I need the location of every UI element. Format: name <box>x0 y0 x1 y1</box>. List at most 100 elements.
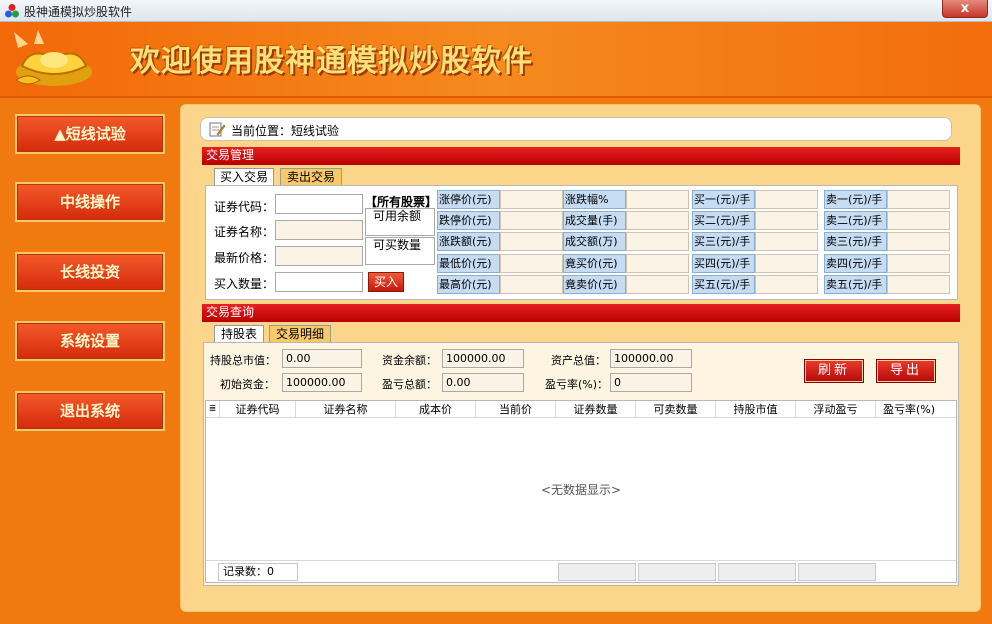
column-header[interactable]: 证券代码 <box>220 401 296 418</box>
sidebar-item-long-term[interactable]: 长线投资 <box>15 252 165 292</box>
column-header[interactable]: 证券名称 <box>296 401 396 418</box>
quote-value <box>626 190 689 209</box>
quote-label: 卖五(元)/手 <box>824 275 887 294</box>
initial-capital-field: 100000.00 <box>282 373 362 392</box>
sidebar-item-short-term[interactable]: ▲短线试验 <box>15 114 165 154</box>
column-header[interactable]: 证券数量 <box>556 401 636 418</box>
initial-capital-label: 初始资金： <box>220 378 275 391</box>
breadcrumb: 当前位置：短线试验 <box>200 117 952 141</box>
breadcrumb-text: 当前位置：短线试验 <box>231 124 340 138</box>
column-header[interactable]: 当前价 <box>476 401 556 418</box>
quote-label: 涨停价(元) <box>437 190 500 209</box>
quote-value <box>626 254 689 273</box>
breadcrumb-current: 短线试验 <box>291 124 340 138</box>
footer-cell <box>718 563 796 581</box>
close-button[interactable]: x <box>942 0 988 18</box>
total-pnl-label: 盈亏总额： <box>382 378 437 391</box>
trade-section-title: 交易管理 <box>202 147 960 165</box>
footer-cell <box>558 563 636 581</box>
column-header[interactable]: 持股市值 <box>716 401 796 418</box>
quote-label: 买五(元)/手 <box>692 275 755 294</box>
quote-value <box>500 275 563 294</box>
tab-holdings[interactable]: 持股表 <box>214 325 264 342</box>
column-header[interactable]: 浮动盈亏 <box>796 401 876 418</box>
quote-value <box>755 232 818 251</box>
cash-balance-field: 100000.00 <box>442 349 524 368</box>
quote-label: 买一(元)/手 <box>692 190 755 209</box>
quote-label: 卖四(元)/手 <box>824 254 887 273</box>
quote-value <box>887 232 950 251</box>
buy-qty-label: 买入数量： <box>214 277 275 291</box>
quote-label: 最低价(元) <box>437 254 500 273</box>
tab-trade-details[interactable]: 交易明细 <box>269 325 331 342</box>
footer-cell <box>798 563 876 581</box>
total-pnl-field: 0.00 <box>442 373 524 392</box>
pnl-rate-field: 0 <box>610 373 692 392</box>
quote-value <box>500 232 563 251</box>
quote-label: 成交量(手) <box>563 211 626 230</box>
quote-label: 买四(元)/手 <box>692 254 755 273</box>
holding-value-field: 0.00 <box>282 349 362 368</box>
window-title: 股神通模拟炒股软件 <box>24 5 133 19</box>
edit-note-icon <box>209 122 225 137</box>
pnl-rate-label: 盈亏率(%)： <box>545 378 609 391</box>
quote-value <box>887 254 950 273</box>
app-logo-icon <box>5 4 19 18</box>
stock-name-label: 证券名称： <box>214 225 275 239</box>
column-menu-icon[interactable]: ≣ <box>206 401 220 418</box>
quote-value <box>755 254 818 273</box>
quote-value <box>626 275 689 294</box>
quote-label: 成交额(万) <box>563 232 626 251</box>
stock-code-input[interactable] <box>275 194 363 214</box>
total-assets-field: 100000.00 <box>610 349 692 368</box>
stock-code-label: 证券代码： <box>214 200 275 214</box>
stock-name-field <box>275 220 363 240</box>
holdings-table-header: ≣ 证券代码 证券名称 成本价 当前价 证券数量 可卖数量 持股市值 浮动盈亏 … <box>206 401 956 418</box>
quote-value <box>500 254 563 273</box>
tab-buy[interactable]: 买入交易 <box>214 168 274 185</box>
quote-label: 卖三(元)/手 <box>824 232 887 251</box>
quote-label: 最高价(元) <box>437 275 500 294</box>
gold-ingot-logo-icon <box>14 30 92 86</box>
sidebar: ▲短线试验 中线操作 长线投资 系统设置 退出系统 <box>0 100 178 624</box>
header-title: 欢迎使用股神通模拟炒股软件 <box>130 44 533 79</box>
quote-label: 跌停价(元) <box>437 211 500 230</box>
column-header[interactable]: 盈亏率(%) <box>876 401 942 418</box>
window-titlebar: 股神通模拟炒股软件 x <box>0 0 992 22</box>
quote-label: 买三(元)/手 <box>692 232 755 251</box>
query-section-title: 交易查询 <box>202 304 960 322</box>
quote-value <box>500 190 563 209</box>
empty-table-message: <无数据显示> <box>540 483 622 497</box>
sidebar-item-mid-term[interactable]: 中线操作 <box>15 182 165 222</box>
sidebar-item-settings[interactable]: 系统设置 <box>15 321 165 361</box>
quote-value <box>755 211 818 230</box>
quote-label: 涨跌额(元) <box>437 232 500 251</box>
quote-value <box>887 211 950 230</box>
column-header[interactable]: 可卖数量 <box>636 401 716 418</box>
quote-value <box>887 190 950 209</box>
quote-value <box>755 190 818 209</box>
table-footer: 记录数：0 <box>206 560 956 582</box>
refresh-button[interactable]: 刷新 <box>805 360 863 382</box>
quote-value <box>887 275 950 294</box>
cash-balance-label: 资金余额： <box>382 354 437 367</box>
total-assets-label: 资产总值： <box>551 354 606 367</box>
quote-label: 竟卖价(元) <box>563 275 626 294</box>
buy-button[interactable]: 买入 <box>368 272 404 292</box>
sidebar-item-exit[interactable]: 退出系统 <box>15 391 165 431</box>
record-count: 记录数：0 <box>218 563 298 581</box>
buy-qty-input[interactable] <box>275 272 363 292</box>
column-header[interactable]: 成本价 <box>396 401 476 418</box>
export-button[interactable]: 导出 <box>877 360 935 382</box>
quote-value <box>755 275 818 294</box>
quote-label: 涨跌幅% <box>563 190 626 209</box>
footer-cell <box>638 563 716 581</box>
tab-sell[interactable]: 卖出交易 <box>280 168 342 185</box>
latest-price-label: 最新价格： <box>214 251 275 265</box>
app-header: 欢迎使用股神通模拟炒股软件 <box>0 22 992 98</box>
quote-label: 买二(元)/手 <box>692 211 755 230</box>
holdings-table: ≣ 证券代码 证券名称 成本价 当前价 证券数量 可卖数量 持股市值 浮动盈亏 … <box>205 400 957 583</box>
quote-value <box>626 211 689 230</box>
quote-label: 卖一(元)/手 <box>824 190 887 209</box>
quote-value <box>626 232 689 251</box>
